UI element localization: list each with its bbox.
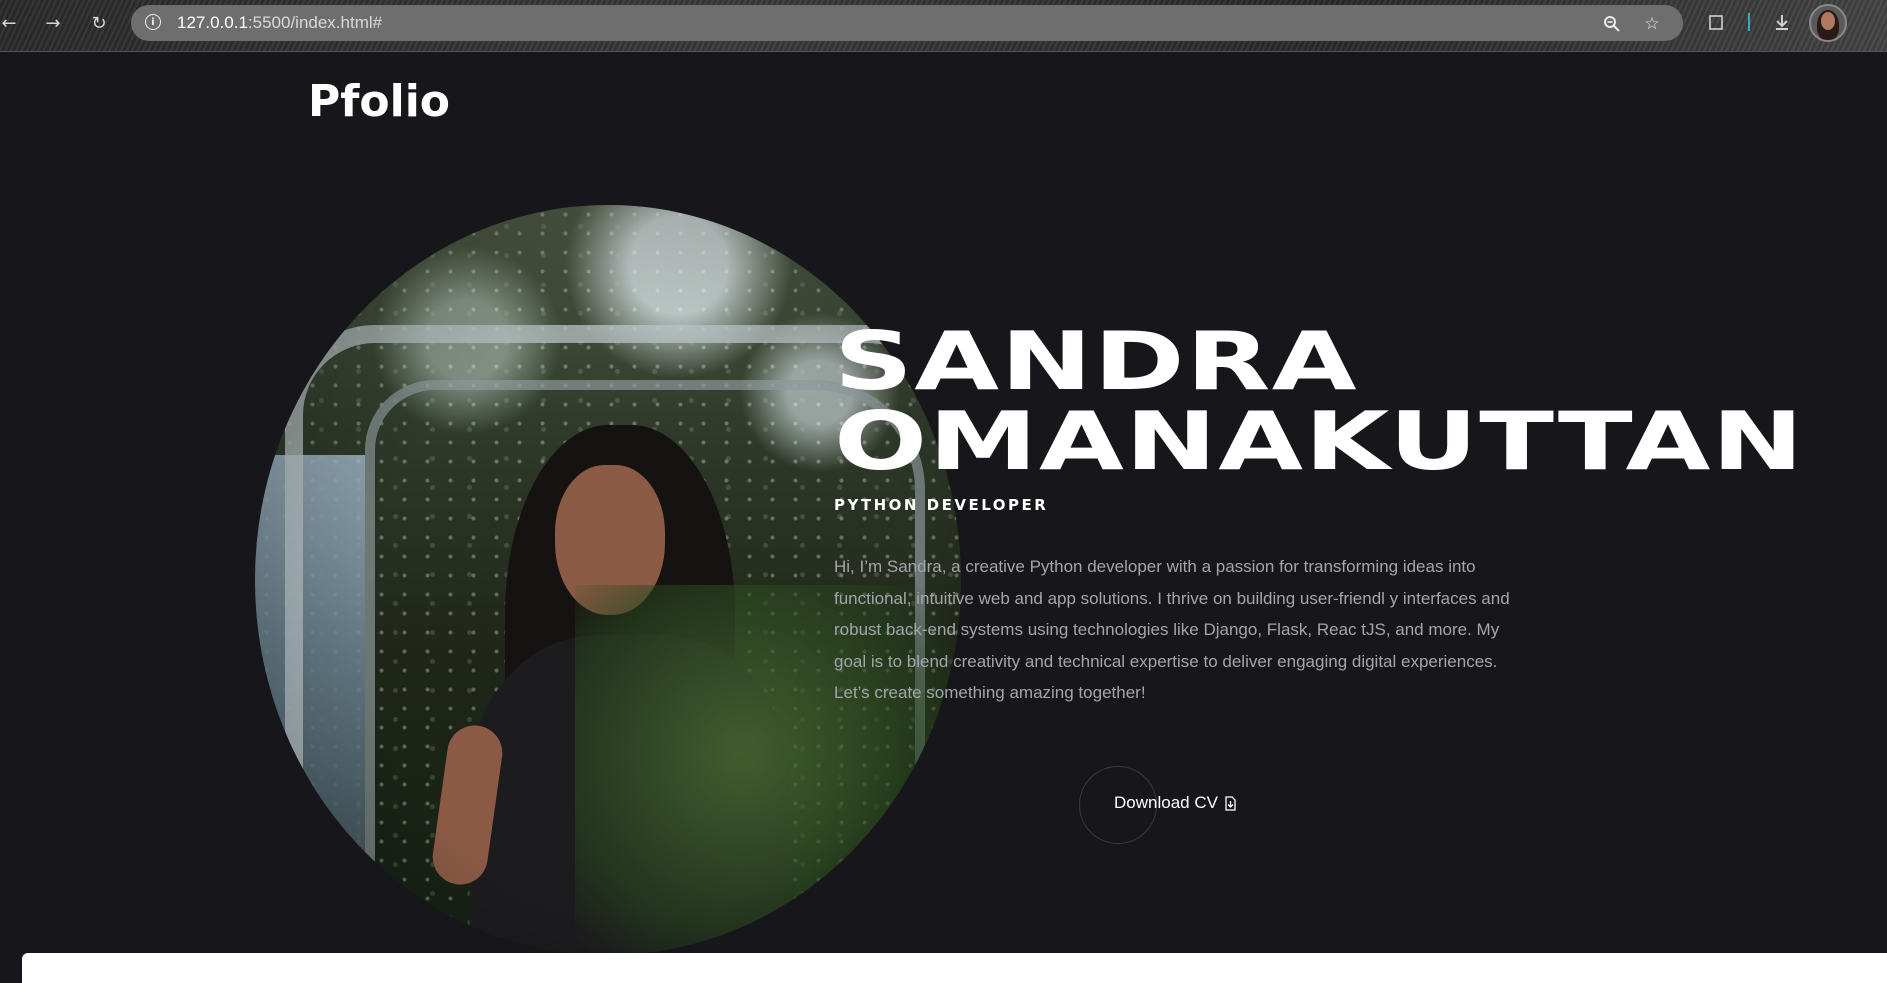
arrow-left-icon: ←	[1, 12, 17, 34]
info-icon[interactable]: i	[145, 14, 161, 30]
hero-name: SANDRA OMANAKUTTAN	[834, 322, 1805, 482]
star-icon[interactable]: ☆	[1642, 14, 1662, 34]
url-host: 127.0.0.1	[177, 13, 248, 32]
hero-name-last: OMANAKUTTAN	[834, 395, 1805, 488]
hero-role: PYTHON DEVELOPER	[834, 496, 1049, 514]
next-section-card	[22, 953, 1887, 983]
extension-icon[interactable]	[1737, 10, 1761, 34]
download-icon[interactable]	[1770, 10, 1794, 34]
avatar-face	[1821, 12, 1835, 30]
download-cv-label: Download CV	[1114, 793, 1218, 812]
arrow-right-icon: →	[45, 12, 61, 34]
address-bar[interactable]: i 127.0.0.1:5500/index.html# ☆	[131, 5, 1683, 41]
download-file-icon	[1224, 796, 1237, 811]
avatar[interactable]	[1809, 4, 1847, 42]
reload-button[interactable]: ↻	[86, 10, 112, 36]
url-path: :5500/index.html#	[247, 13, 383, 32]
reload-icon: ↻	[91, 12, 107, 34]
zoom-icon[interactable]	[1602, 14, 1622, 34]
forward-button[interactable]: →	[40, 10, 66, 36]
site-logo[interactable]: Pfolio	[308, 76, 450, 127]
hero-name-first: SANDRA	[834, 315, 1358, 408]
hero-bio: Hi, I’m Sandra, a creative Python develo…	[834, 557, 1510, 703]
back-button[interactable]: ←	[0, 10, 22, 36]
puzzle-icon[interactable]	[1704, 10, 1728, 34]
download-cv-button[interactable]: Download CV	[1114, 793, 1237, 813]
browser-toolbar: ← → ↻ i 127.0.0.1:5500/index.html# ☆	[0, 0, 1887, 52]
url-text[interactable]: 127.0.0.1:5500/index.html#	[177, 13, 382, 33]
